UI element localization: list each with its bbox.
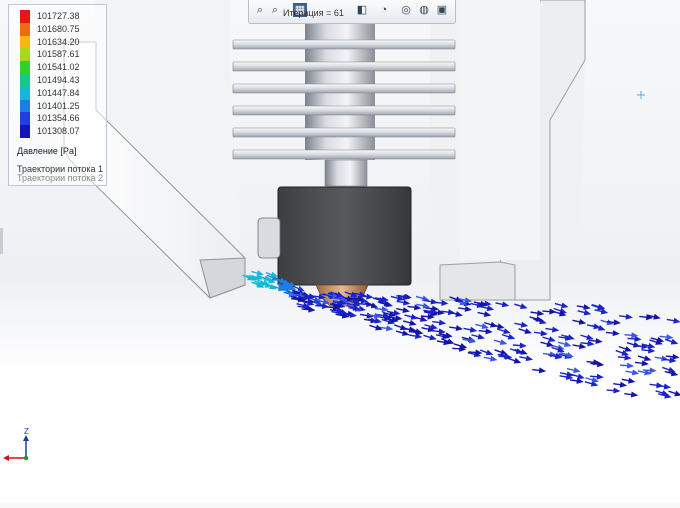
flow-arrow (514, 348, 528, 355)
iteration-caption: Итерация = 61 (283, 8, 344, 18)
flow-arrow (404, 313, 419, 320)
flow-arrow (478, 328, 493, 335)
flow-arrow (495, 301, 510, 308)
flow-arrow (458, 305, 472, 312)
legend-swatch (20, 22, 30, 36)
flow-arrow (432, 319, 447, 326)
heater-cartridge (257, 217, 281, 259)
flow-arrow (463, 326, 478, 333)
pressure-legend[interactable]: 101727.38 101680.75 101634.20 101587.61 1015… (8, 4, 107, 186)
heat-break (324, 159, 368, 187)
flow-arrow (394, 324, 408, 331)
legend-value: 101447.84 (37, 87, 80, 98)
flow-arrow (545, 326, 560, 333)
flow-arrow (514, 303, 528, 310)
flow-arrow (441, 309, 456, 316)
flow-arrow (625, 369, 640, 376)
legend-value: 101494.43 (37, 75, 80, 85)
flow-arrow (530, 310, 545, 317)
legend-value: 101680.75 (37, 23, 80, 34)
flow-arrow (572, 318, 587, 325)
view-orientation-icon[interactable]: ◧ (355, 3, 369, 17)
legend-trajectory-2: Траектории потока 2 (17, 173, 103, 183)
flow-arrow (479, 349, 494, 356)
triad-z-label: Z (24, 427, 29, 436)
legend-swatch (20, 112, 30, 126)
flow-arrow (606, 387, 621, 394)
flow-arrow (379, 325, 394, 332)
cursor-marker (637, 91, 645, 99)
legend-value: 101354.66 (37, 113, 80, 124)
right-panel (460, 0, 540, 260)
legend-swatch (20, 99, 30, 113)
legend-swatch (20, 35, 30, 49)
legend-swatch (20, 48, 30, 62)
legend-value: 101634.20 (37, 36, 80, 47)
legend-value: 101587.61 (37, 49, 80, 60)
flow-arrow (639, 314, 654, 321)
flow-arrow (613, 381, 628, 388)
flow-arrow (434, 299, 449, 306)
flow-arrow (666, 317, 680, 324)
flow-arrow (483, 355, 498, 362)
display-style-icon[interactable]: ◔ (377, 3, 391, 17)
flow-arrow (467, 351, 482, 358)
zoom-area-icon[interactable]: ⌕ (268, 3, 282, 17)
zoom-icon[interactable]: ⌕ (253, 3, 267, 17)
flow-arrow (576, 304, 591, 311)
flow-arrow (654, 355, 669, 362)
view-triad (3, 435, 29, 461)
flow-arrow (620, 362, 635, 369)
heater-block (277, 186, 412, 286)
hide-show-icon[interactable]: ◎ (399, 3, 413, 17)
flow-arrow (449, 325, 464, 332)
task-pane-tab[interactable] (0, 228, 3, 254)
scene-icon[interactable]: ▣ (435, 3, 449, 17)
legend-title: Давление [Pa] (17, 146, 77, 156)
flow-arrow (423, 334, 437, 341)
legend-value: 101308.07 (37, 126, 80, 137)
flow-arrow (649, 382, 664, 389)
flow-arrow (477, 311, 492, 317)
flow-arrow (618, 313, 633, 320)
flow-arrow (493, 339, 508, 345)
flow-arrow (605, 330, 620, 337)
appearance-icon[interactable]: ◍ (417, 3, 431, 17)
flow-arrow (403, 319, 417, 326)
right-duct-outlet (439, 261, 516, 301)
flow-arrow (519, 355, 534, 362)
legend-swatch (20, 86, 30, 100)
heads-up-view-toolbar: ⌕ ⌕ ▦ Итерация = 61 ◧ ◔ ◎ ◍ ▣ (248, 0, 456, 24)
flow-arrow (533, 330, 548, 337)
flow-arrow (606, 319, 621, 326)
legend-swatch (20, 125, 30, 138)
flow-arrow (532, 367, 547, 374)
flow-arrow (624, 391, 639, 398)
legend-value: 101727.38 (37, 11, 80, 21)
flow-arrow (518, 328, 532, 334)
legend-swatch (20, 74, 30, 87)
flow-arrow (637, 355, 652, 362)
legend-value: 101401.25 (37, 100, 80, 111)
legend-value: 101541.02 (37, 62, 80, 73)
flow-arrow (512, 342, 527, 349)
legend-swatch (20, 61, 30, 74)
legend-swatch (20, 10, 30, 23)
flow-arrow (592, 324, 606, 331)
flow-arrow (514, 321, 529, 328)
